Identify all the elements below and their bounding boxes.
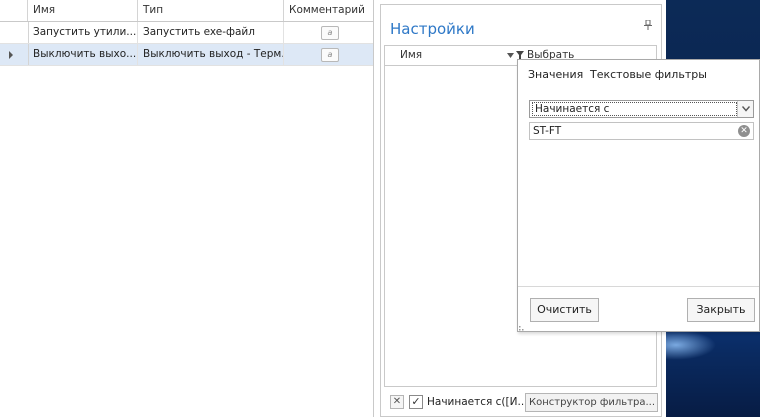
memo-icon[interactable]: a: [321, 26, 339, 40]
actions-grid: Имя Тип Комментарий Запустить утили... З…: [0, 0, 374, 417]
cell-comment[interactable]: a: [284, 44, 373, 65]
desktop-light-glow: [666, 330, 716, 360]
sort-down-icon[interactable]: [507, 53, 514, 58]
grid-header: Имя Тип Комментарий: [0, 0, 373, 22]
row-indicator[interactable]: [0, 44, 29, 65]
filter-expression-text[interactable]: Начинается с([И...: [427, 396, 528, 408]
cell-name[interactable]: Запустить утили...: [28, 22, 138, 43]
memo-icon[interactable]: a: [321, 48, 339, 62]
clear-button[interactable]: Очистить: [530, 298, 599, 322]
resize-grip-icon[interactable]: [519, 323, 527, 331]
clear-value-icon[interactable]: ✕: [738, 125, 750, 137]
column-header-type[interactable]: Тип: [138, 0, 284, 21]
current-row-arrow-icon: [9, 51, 13, 59]
cell-name[interactable]: Выключить выхо...: [28, 44, 138, 65]
tab-values[interactable]: Значения: [528, 68, 583, 81]
clear-filter-button[interactable]: ✕: [390, 395, 404, 409]
close-button[interactable]: Закрыть: [687, 298, 755, 322]
column-header-name[interactable]: Имя: [400, 46, 422, 65]
dropdown-button[interactable]: [737, 101, 753, 117]
row-indicator[interactable]: [0, 22, 29, 43]
tab-text-filters[interactable]: Текстовые фильтры: [590, 68, 707, 81]
settings-title: Настройки: [390, 20, 475, 38]
filter-value-text: ST-FT: [533, 125, 562, 137]
table-row[interactable]: Выключить выхо... Выключить выход - Терм…: [0, 44, 373, 66]
filter-operator-value: Начинается с: [532, 102, 737, 116]
cell-type[interactable]: Запустить exe-файл: [138, 22, 284, 43]
row-indicator-header: [0, 0, 28, 21]
column-header-comment[interactable]: Комментарий: [284, 0, 373, 21]
popup-divider: [518, 286, 759, 287]
pin-icon[interactable]: [644, 20, 652, 30]
filter-status-bar: ✕ ✓ Начинается с([И... Конструктор фильт…: [384, 393, 660, 415]
column-header-name[interactable]: Имя: [28, 0, 138, 21]
filter-operator-select[interactable]: Начинается с: [529, 100, 754, 118]
filter-value-input[interactable]: ST-FT ✕: [529, 122, 754, 140]
filter-enabled-checkbox[interactable]: ✓: [409, 395, 423, 409]
filter-constructor-button[interactable]: Конструктор фильтра...: [525, 393, 658, 412]
table-row[interactable]: Запустить утили... Запустить exe-файл a: [0, 22, 373, 44]
cell-type[interactable]: Выключить выход - Терм...: [138, 44, 284, 65]
chevron-down-icon: [742, 106, 750, 112]
cell-comment[interactable]: a: [284, 22, 373, 43]
filter-popup: Значения Текстовые фильтры Начинается с …: [517, 59, 760, 332]
